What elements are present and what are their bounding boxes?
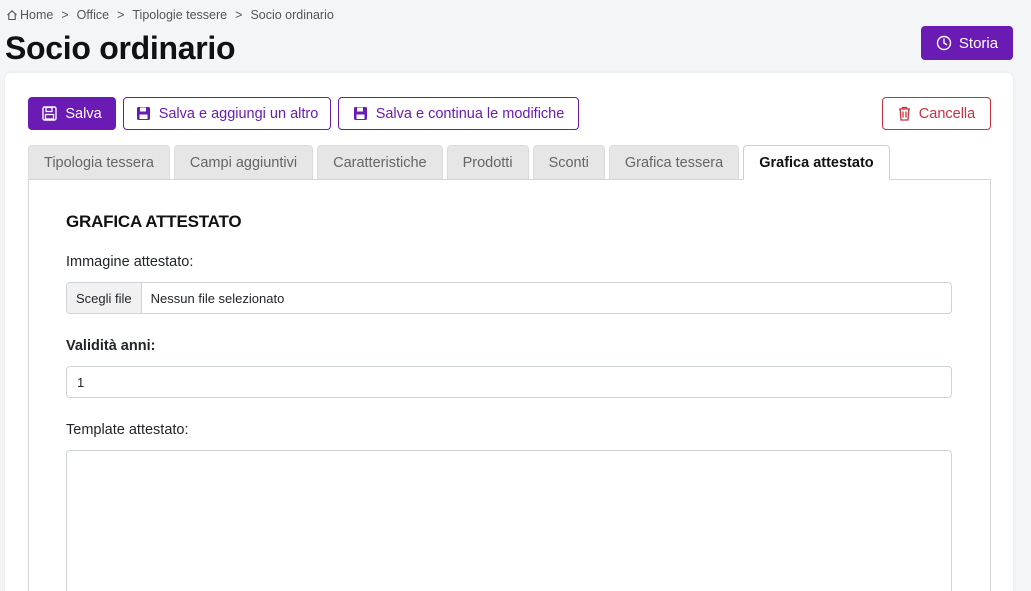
floppy-disk-icon: [136, 106, 151, 121]
tab-grafica-attestato[interactable]: Grafica attestato: [743, 145, 890, 180]
breadcrumb-home[interactable]: Home: [20, 8, 53, 22]
storia-button[interactable]: Storia: [921, 26, 1013, 60]
floppy-disk-icon: [353, 106, 368, 121]
tab-campi-aggiuntivi[interactable]: Campi aggiuntivi: [173, 145, 314, 180]
tab-tipologia-tessera[interactable]: Tipologia tessera: [28, 145, 170, 180]
floppy-disk-icon: [42, 106, 58, 121]
clock-icon: [936, 35, 952, 51]
tab-caratteristiche[interactable]: Caratteristiche: [317, 145, 443, 180]
tab-sconti[interactable]: Sconti: [532, 145, 605, 180]
immagine-attestato-file-input[interactable]: Scegli file Nessun file selezionato: [66, 282, 952, 314]
tab-prodotti[interactable]: Prodotti: [446, 145, 529, 180]
salva-aggiungi-label: Salva e aggiungi un altro: [158, 105, 319, 122]
file-status-text: Nessun file selezionato: [150, 290, 285, 306]
salva-continua-button[interactable]: Salva e continua le modifiche: [338, 97, 579, 130]
salva-continua-label: Salva e continua le modifiche: [375, 105, 565, 122]
tab-grafica-tessera[interactable]: Grafica tessera: [608, 145, 740, 180]
immagine-attestato-label: Immagine attestato:: [66, 254, 194, 270]
breadcrumb-tipologie-tessere[interactable]: Tipologie tessere: [132, 8, 227, 22]
storia-button-label: Storia: [958, 34, 999, 52]
page-title: Socio ordinario: [5, 30, 236, 66]
section-title: GRAFICA ATTESTATO: [66, 212, 242, 231]
breadcrumb-separator: >: [61, 8, 69, 22]
tab-bar: Tipologia tessera Campi aggiuntivi Carat…: [28, 145, 890, 180]
home-icon[interactable]: [6, 9, 18, 21]
breadcrumb-separator: >: [117, 8, 125, 22]
template-attestato-label: Template attestato:: [66, 422, 189, 438]
validita-anni-input[interactable]: [66, 366, 952, 398]
cancella-button[interactable]: Cancella: [882, 97, 991, 130]
breadcrumb: Home > Office > Tipologie tessere > Soci…: [6, 8, 334, 22]
breadcrumb-current: Socio ordinario: [250, 8, 334, 22]
salva-button[interactable]: Salva: [28, 97, 116, 130]
cancella-label: Cancella: [918, 105, 976, 122]
choose-file-button[interactable]: Scegli file: [67, 283, 142, 313]
breadcrumb-office[interactable]: Office: [77, 8, 109, 22]
template-attestato-textarea[interactable]: [66, 450, 952, 591]
validita-anni-label: Validità anni:: [66, 338, 156, 354]
trash-icon: [898, 106, 911, 121]
salva-aggiungi-button[interactable]: Salva e aggiungi un altro: [123, 97, 331, 130]
breadcrumb-separator: >: [235, 8, 243, 22]
salva-button-label: Salva: [65, 105, 102, 122]
